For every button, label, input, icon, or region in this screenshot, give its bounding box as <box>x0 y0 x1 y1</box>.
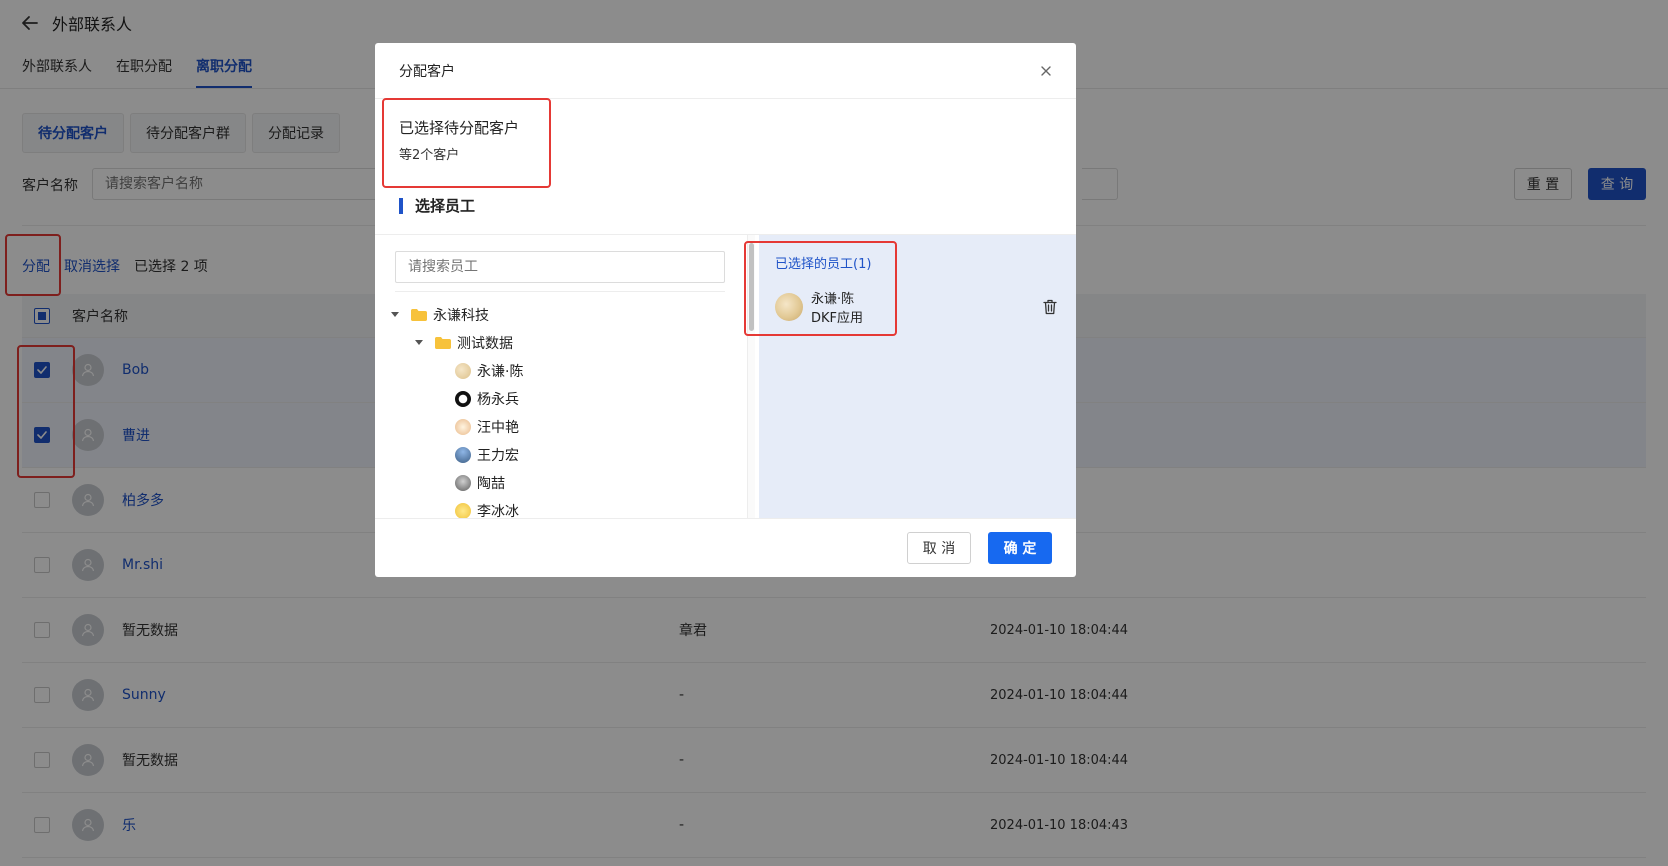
employee-name: 汪中艳 <box>477 420 519 436</box>
avatar <box>455 475 471 491</box>
section-accent-bar <box>399 197 403 214</box>
org-tree: 永谦科技 测试数据 永谦·陈 杨永兵 汪中艳 王力宏 陶喆 李冰冰 <box>389 301 729 525</box>
caret-down-icon[interactable] <box>389 309 401 321</box>
avatar <box>775 293 803 321</box>
employee-name: 杨永兵 <box>477 392 519 408</box>
tree-node-employee[interactable]: 杨永兵 <box>389 385 729 413</box>
tree-node-root[interactable]: 永谦科技 <box>389 301 729 329</box>
tree-node-label: 测试数据 <box>457 336 513 352</box>
selected-customers-summary: 已选择待分配客户 等2个客户 <box>399 117 519 163</box>
dialog-footer: 取 消 确 定 <box>375 518 1076 577</box>
scrollbar-thumb[interactable] <box>749 243 754 331</box>
selected-employee-dept: DKF应用 <box>811 311 864 326</box>
cancel-button[interactable]: 取 消 <box>907 532 971 564</box>
employee-tree-panel: 永谦科技 测试数据 永谦·陈杨永兵汪中艳王力宏陶喆李冰冰 <box>375 235 745 520</box>
tree-node-employee[interactable]: 汪中艳 <box>389 413 729 441</box>
folder-icon <box>411 309 427 321</box>
tree-node-employee[interactable]: 陶喆 <box>389 469 729 497</box>
close-icon[interactable] <box>1038 63 1054 79</box>
selected-customers-title: 已选择待分配客户 <box>399 119 520 137</box>
employee-name: 陶喆 <box>477 476 505 492</box>
confirm-button[interactable]: 确 定 <box>988 532 1052 564</box>
section-title: 选择员工 <box>415 197 476 215</box>
employee-picker: 永谦科技 测试数据 永谦·陈杨永兵汪中艳王力宏陶喆李冰冰 已选择的员工(1) 永… <box>375 234 1076 520</box>
avatar <box>455 363 471 379</box>
dialog-header: 分配客户 <box>375 43 1076 99</box>
search-divider <box>395 291 725 292</box>
employee-search-input[interactable] <box>395 251 725 283</box>
tree-node-label: 永谦科技 <box>433 308 489 324</box>
tree-node-group[interactable]: 测试数据 <box>389 329 729 357</box>
selected-employee-name: 永谦·陈 <box>811 292 855 307</box>
select-employee-section: 选择员工 <box>399 195 475 216</box>
dialog-title: 分配客户 <box>399 63 455 80</box>
trash-icon[interactable] <box>1043 299 1057 315</box>
selected-customers-count: 等2个客户 <box>399 148 460 163</box>
avatar <box>455 447 471 463</box>
folder-icon <box>435 337 451 349</box>
avatar <box>455 503 471 519</box>
caret-down-icon[interactable] <box>413 337 425 349</box>
tree-node-employee[interactable]: 永谦·陈 <box>389 357 729 385</box>
selected-employees-title: 已选择的员工(1) <box>775 257 872 272</box>
selected-employees-panel: 已选择的员工(1) 永谦·陈 DKF应用 <box>759 235 1076 519</box>
employee-name: 永谦·陈 <box>477 364 524 380</box>
selected-employee-item: 永谦·陈 DKF应用 <box>775 287 1065 327</box>
employee-name: 王力宏 <box>477 448 519 464</box>
avatar <box>455 419 471 435</box>
tree-node-employee[interactable]: 王力宏 <box>389 441 729 469</box>
avatar <box>455 391 471 407</box>
assign-customer-dialog: 分配客户 已选择待分配客户 等2个客户 选择员工 永谦科技 <box>375 43 1076 577</box>
